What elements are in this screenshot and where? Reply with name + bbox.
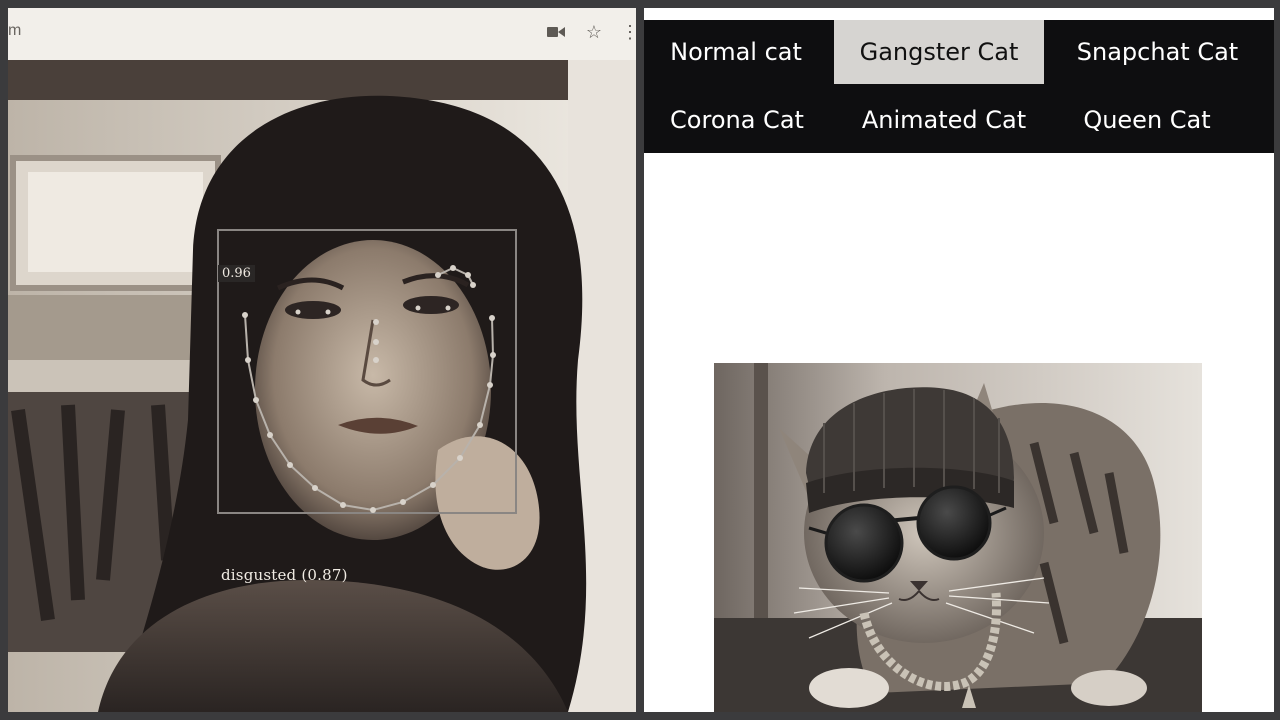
video-camera-icon[interactable] xyxy=(544,20,568,44)
cat-illustration xyxy=(714,363,1202,712)
detection-score: 0.96 xyxy=(218,265,255,282)
gangster-cat-button[interactable]: Gangster Cat xyxy=(834,20,1044,84)
normal-cat-button[interactable]: Normal cat xyxy=(644,20,828,84)
address-bar-text[interactable]: m xyxy=(8,22,21,40)
more-menu-icon[interactable]: ⋮ xyxy=(618,20,636,44)
queen-cat-button[interactable]: Queen Cat xyxy=(1058,88,1236,152)
browser-toolbar: m ☆ ⋮ xyxy=(8,8,636,61)
corona-cat-button[interactable]: Corona Cat xyxy=(644,88,830,152)
gangster-cat-image xyxy=(714,363,1202,712)
webcam-panel: m ☆ ⋮ 0.96 disgusted (0.87) xyxy=(8,8,636,712)
webcam-image xyxy=(8,60,636,712)
animated-cat-button[interactable]: Animated Cat xyxy=(836,88,1052,152)
cat-filter-panel: Normal cat Gangster Cat Snapchat Cat Cor… xyxy=(644,8,1274,712)
cat-filter-buttons: Normal cat Gangster Cat Snapchat Cat Cor… xyxy=(644,20,1274,153)
expression-label: disgusted (0.87) xyxy=(221,566,348,584)
webcam-feed: 0.96 disgusted (0.87) xyxy=(8,60,636,712)
bookmark-star-icon[interactable]: ☆ xyxy=(582,20,606,44)
snapchat-cat-button[interactable]: Snapchat Cat xyxy=(1050,20,1265,84)
